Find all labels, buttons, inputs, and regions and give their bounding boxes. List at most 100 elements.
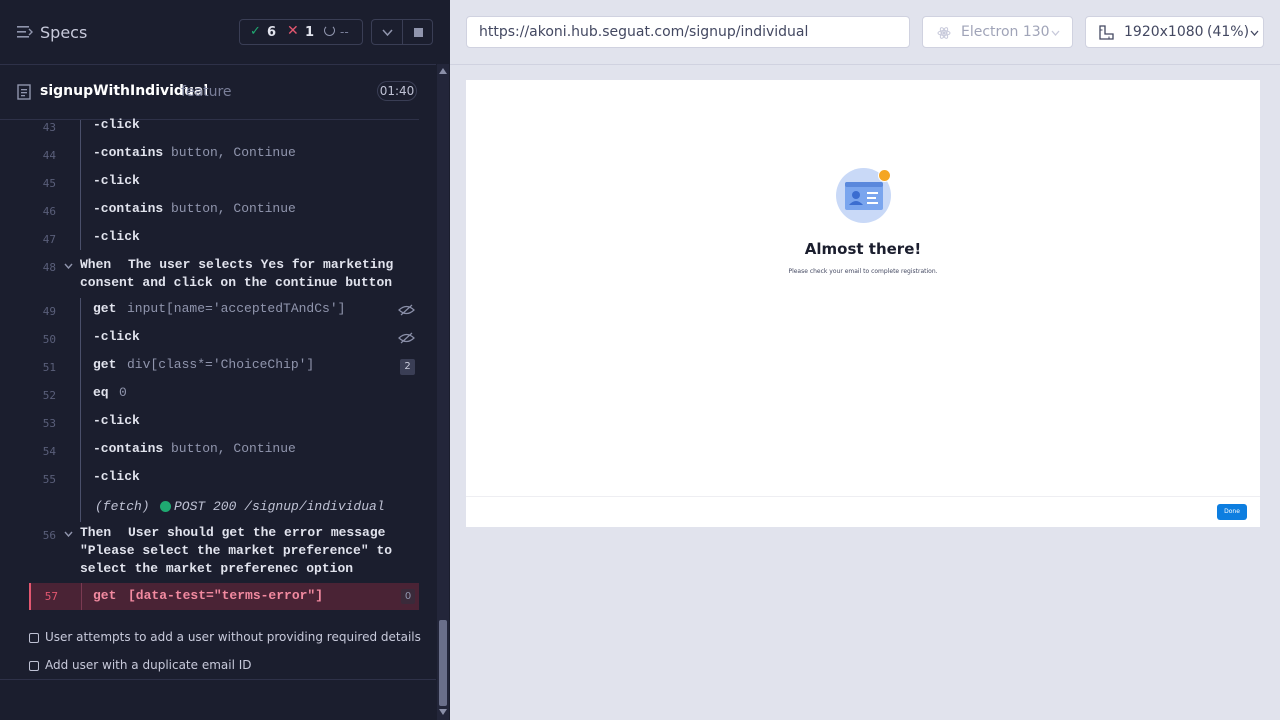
eye-hidden-icon [398, 304, 415, 316]
command-args: [data-test="terms-error"] [128, 588, 324, 603]
fetch-label: (fetch) [95, 499, 150, 514]
command-row[interactable]: 53 -click [0, 412, 420, 432]
browser-name: Electron 130 [961, 24, 1050, 40]
fetch-row[interactable]: (fetch) POST 200 /signup/individual [0, 498, 420, 518]
id-card-icon [836, 168, 891, 223]
url-bar[interactable]: https://akoni.hub.seguat.com/signup/indi… [466, 16, 910, 48]
step-keyword: When [80, 257, 112, 272]
line-number: 54 [42, 445, 56, 458]
command-name: -contains [93, 441, 164, 456]
command-row[interactable]: 51 get div[class*='ChoiceChip'] 2 [0, 356, 420, 376]
viewport-size: 1920x1080 [1124, 24, 1204, 40]
fetch-text: POST 200 /signup/individual [174, 499, 385, 514]
auto-scroll-toggle[interactable] [371, 19, 403, 45]
command-name: -click [93, 413, 140, 428]
command-log-panel: Specs ✓ 6 ✕ 1 -- signupWithIndividual fe… [0, 0, 450, 720]
command-row[interactable]: 46 -contains button, Continue [0, 200, 420, 220]
step-text: select the market preferenec option [80, 561, 354, 576]
failed-command-row[interactable]: 57 get [data-test="terms-error"] 0 [29, 583, 419, 610]
specs-label[interactable]: Specs [40, 23, 87, 42]
command-row[interactable]: 47 -click [0, 228, 420, 248]
divider [466, 496, 1260, 497]
element-count-badge: 2 [400, 359, 415, 375]
scrollbar-thumb[interactable] [439, 620, 447, 706]
stop-button[interactable] [402, 19, 433, 45]
test-title: Add user with a duplicate email ID [45, 658, 252, 672]
line-number: 50 [42, 333, 56, 346]
line-number: 43 [42, 121, 56, 134]
command-name: -click [93, 117, 140, 132]
scroll-up-arrow-icon[interactable] [439, 68, 447, 74]
line-number: 57 [44, 590, 58, 603]
url-text: https://akoni.hub.seguat.com/signup/indi… [479, 24, 809, 40]
command-row[interactable]: 54 -contains button, Continue [0, 440, 420, 460]
command-name: get [93, 357, 117, 372]
command-row[interactable]: 55 -click [0, 468, 420, 488]
check-icon: ✓ [250, 24, 261, 39]
step-when[interactable]: 48 When The user selects Yes for marketi… [0, 256, 420, 296]
ruler-icon [1099, 25, 1114, 40]
element-count-badge: 0 [401, 589, 415, 604]
failed-count: 1 [305, 25, 315, 40]
browser-selector[interactable]: Electron 130 [922, 16, 1073, 48]
command-args: button, Continue [171, 145, 296, 160]
command-name: -contains [93, 145, 164, 160]
line-number: 51 [42, 361, 56, 374]
specs-menu-icon[interactable] [17, 24, 33, 40]
document-icon [17, 84, 31, 100]
eye-hidden-icon [398, 332, 415, 344]
line-number: 44 [42, 149, 56, 162]
chevron-down-icon [64, 263, 73, 269]
app-frame: Almost there! Please check your email to… [466, 80, 1260, 527]
stop-icon [414, 28, 423, 37]
line-number: 47 [42, 233, 56, 246]
command-row[interactable]: 52 eq 0 [0, 384, 420, 404]
chevron-down-icon [1250, 30, 1259, 36]
step-then[interactable]: 56 Then User should get the error messag… [0, 524, 420, 580]
message: Please check your email to complete regi… [788, 268, 938, 275]
command-row[interactable]: 44 -contains button, Continue [0, 144, 420, 164]
checkbox-icon [29, 661, 39, 671]
command-row[interactable]: 50 -click [0, 328, 420, 348]
command-row[interactable]: 45 -click [0, 172, 420, 192]
divider [0, 679, 436, 680]
clock-badge-icon [878, 169, 891, 182]
command-name: eq [93, 385, 109, 400]
command-name: -click [93, 173, 140, 188]
done-button[interactable]: Done [1217, 504, 1247, 520]
chevron-down-icon [64, 531, 73, 537]
step-text: User should get the error message [128, 525, 386, 540]
step-text: The user selects Yes for marketing [128, 257, 394, 272]
line-number: 56 [42, 529, 56, 542]
command-args: button, Continue [171, 201, 296, 216]
viewport-selector[interactable]: 1920x1080 (41%) [1085, 16, 1264, 48]
command-row[interactable]: 43 -click [0, 116, 420, 136]
divider [0, 64, 436, 65]
line-number: 46 [42, 205, 56, 218]
aut-panel: https://akoni.hub.seguat.com/signup/indi… [450, 0, 1280, 720]
step-text: "Please select the market preference" to [80, 543, 393, 558]
fail-x-icon: ✕ [287, 23, 299, 39]
pending-count: -- [340, 25, 349, 39]
scroll-down-arrow-icon[interactable] [439, 709, 447, 715]
command-name: -click [93, 469, 140, 484]
command-row[interactable]: 49 get input[name='acceptedTAndCs'] [0, 300, 420, 320]
line-number: 45 [42, 177, 56, 190]
test-item[interactable]: Add user with a duplicate email ID [0, 655, 436, 677]
test-item[interactable]: User attempts to add a user without prov… [0, 627, 436, 649]
chevron-down-icon [382, 29, 393, 37]
test-title: User attempts to add a user without prov… [45, 630, 421, 644]
step-keyword: Then [80, 525, 112, 540]
line-number: 53 [42, 417, 56, 430]
nesting-guide [81, 583, 82, 610]
command-name: get [93, 588, 117, 603]
line-number: 49 [42, 305, 56, 318]
line-number: 48 [42, 261, 56, 274]
command-args: input[name='acceptedTAndCs'] [127, 301, 346, 316]
command-args: 0 [119, 385, 127, 400]
line-number: 55 [42, 473, 56, 486]
command-name: -contains [93, 201, 164, 216]
command-name: -click [93, 329, 140, 344]
status-dot-icon [160, 501, 171, 512]
command-name: -click [93, 229, 140, 244]
